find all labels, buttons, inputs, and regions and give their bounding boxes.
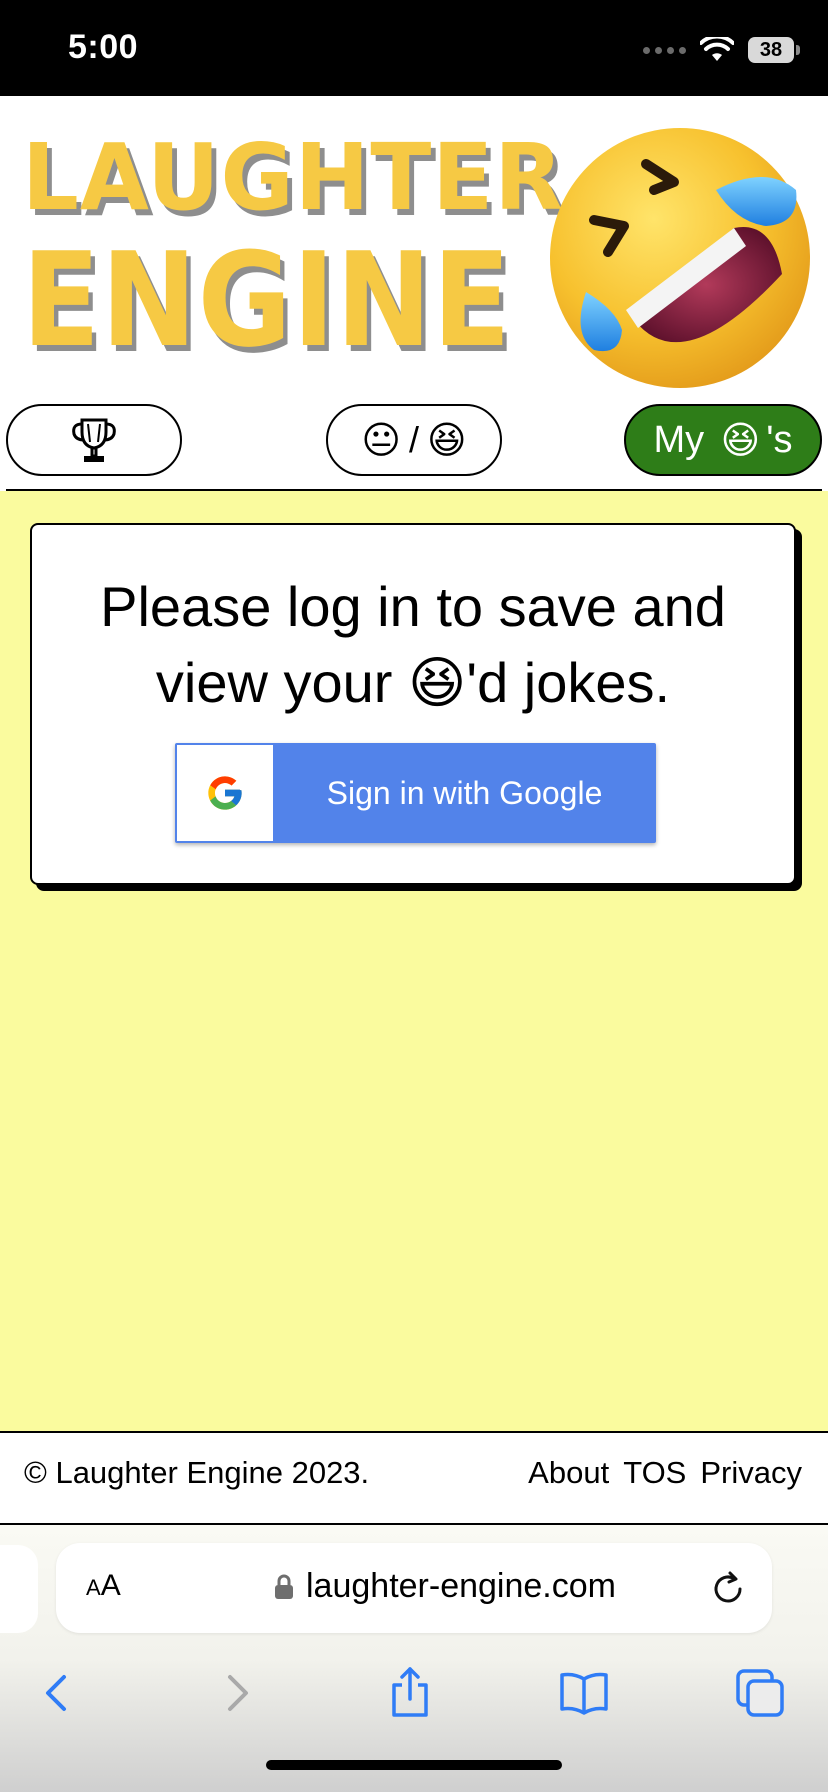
wifi-icon bbox=[700, 37, 734, 61]
rate-jokes-button[interactable]: 😐 / 😆 bbox=[326, 404, 502, 476]
google-sign-in-label: Sign in with Google bbox=[326, 774, 603, 811]
my-favorites-button[interactable]: My 😆 's bbox=[624, 404, 822, 476]
login-message-suffix: 'd jokes. bbox=[466, 651, 671, 714]
browser-toolbar bbox=[0, 1653, 828, 1733]
trophy-icon bbox=[72, 418, 116, 462]
previous-tab-preview[interactable] bbox=[0, 1545, 38, 1633]
footer-link-about[interactable]: About bbox=[528, 1455, 609, 1491]
browser-chrome: AA laughter-engine.com bbox=[0, 1525, 828, 1792]
rate-separator: / bbox=[408, 419, 419, 460]
my-favorites-suffix: 's bbox=[766, 418, 793, 461]
google-sign-in-button[interactable]: Sign in with Google bbox=[175, 743, 656, 843]
site-header: LAUGHTER ENGINE bbox=[0, 96, 828, 396]
site-footer: © Laughter Engine 2023. About TOS Privac… bbox=[0, 1433, 828, 1523]
neutral-face-icon: 😐 bbox=[361, 419, 401, 462]
battery-icon: 38 bbox=[748, 37, 800, 63]
address-bar[interactable]: AA laughter-engine.com bbox=[56, 1543, 772, 1633]
login-card: Please log in to save and view your 😆'd … bbox=[30, 523, 796, 885]
forward-icon[interactable] bbox=[208, 1665, 264, 1721]
copyright-text: © Laughter Engine 2023. bbox=[24, 1455, 370, 1490]
nav-bar: 😐 / 😆 My 😆 's bbox=[0, 402, 828, 480]
login-message-line1: Please log in to save and bbox=[100, 575, 726, 638]
login-message: Please log in to save and view your 😆'd … bbox=[32, 569, 794, 721]
login-message-prefix: view your bbox=[155, 651, 408, 714]
reload-icon[interactable] bbox=[708, 1569, 748, 1609]
footer-links: About TOS Privacy bbox=[528, 1455, 802, 1491]
footer-link-tos[interactable]: TOS bbox=[623, 1455, 686, 1491]
google-logo-box bbox=[177, 745, 273, 841]
main-content: Please log in to save and view your 😆'd … bbox=[0, 491, 828, 1431]
rolling-laughing-emoji-icon bbox=[550, 128, 810, 388]
battery-level: 38 bbox=[759, 38, 783, 61]
laughing-face-icon: 😆 bbox=[408, 651, 467, 714]
text-size-button[interactable]: AA bbox=[86, 1569, 121, 1603]
back-icon[interactable] bbox=[30, 1665, 86, 1721]
status-bar: 5:00 38 bbox=[0, 0, 828, 96]
leaderboard-button[interactable] bbox=[6, 404, 182, 476]
footer-link-privacy[interactable]: Privacy bbox=[700, 1455, 802, 1491]
url-text: laughter-engine.com bbox=[306, 1567, 616, 1605]
status-time: 5:00 bbox=[68, 28, 139, 66]
lock-icon bbox=[275, 1574, 293, 1599]
url-display[interactable]: laughter-engine.com bbox=[274, 1567, 616, 1606]
bookmarks-icon[interactable] bbox=[556, 1665, 612, 1721]
logo-text-laughter: LAUGHTER bbox=[22, 124, 564, 231]
laughing-face-icon: 😆 bbox=[720, 419, 761, 462]
status-icons: 38 bbox=[643, 30, 800, 70]
my-favorites-prefix: My bbox=[653, 418, 715, 461]
home-indicator[interactable] bbox=[266, 1760, 562, 1770]
logo-text-engine: ENGINE bbox=[22, 224, 512, 376]
google-g-icon bbox=[208, 776, 242, 810]
laughing-face-icon: 😆 bbox=[427, 419, 467, 462]
share-icon[interactable] bbox=[382, 1665, 438, 1721]
login-message-line2: view your 😆'd jokes. bbox=[32, 645, 794, 721]
tabs-icon[interactable] bbox=[732, 1665, 788, 1721]
signal-icon bbox=[643, 46, 686, 54]
